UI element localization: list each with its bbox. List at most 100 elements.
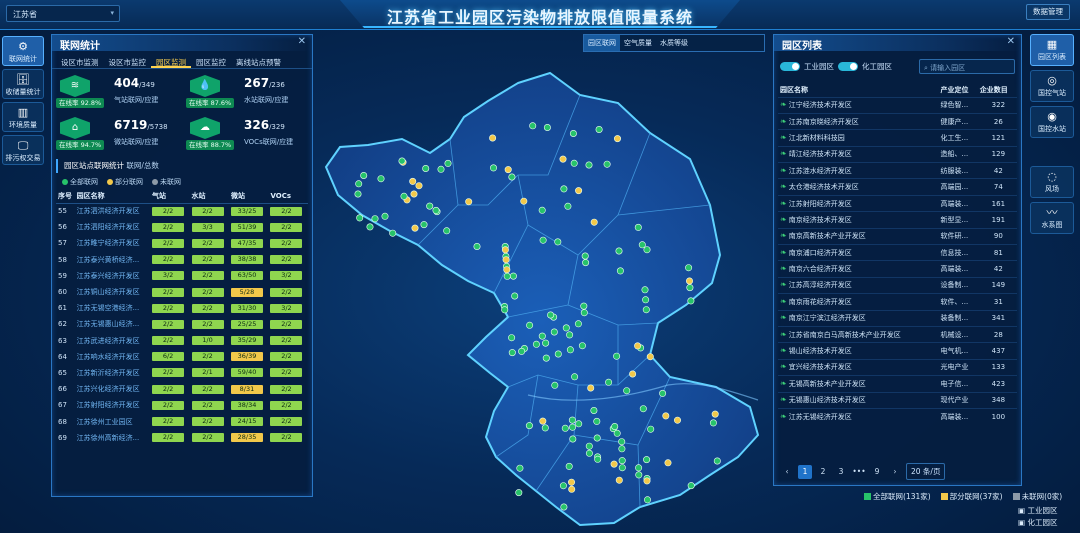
park-marker[interactable]	[574, 320, 582, 328]
park-marker[interactable]	[532, 340, 540, 348]
park-marker[interactable]	[673, 416, 681, 424]
park-name[interactable]: 南京经济技术开发区	[789, 216, 852, 224]
park-name[interactable]: 无锡高新技术产业开发区	[789, 380, 866, 388]
page-button[interactable]: •••	[852, 465, 866, 479]
park-marker[interactable]	[465, 198, 473, 206]
table-row[interactable]: ❧ 南京江宁滨江经济开发区 装备制... 341	[778, 309, 1017, 327]
table-row[interactable]: 55 江苏泗洪经济开发区 2/2 2/2 33/25 2/2	[56, 203, 308, 219]
jiangsu-map[interactable]	[318, 55, 768, 533]
table-row[interactable]: 63 江苏武进经济开发区 2/2 1/0 35/29 2/2	[56, 333, 308, 349]
park-marker[interactable]	[570, 159, 578, 167]
park-marker[interactable]	[568, 416, 576, 424]
park-name[interactable]: 江苏无锡空港经济...	[75, 300, 150, 316]
park-marker[interactable]	[569, 435, 577, 443]
park-marker[interactable]	[643, 496, 651, 504]
park-marker[interactable]	[587, 384, 595, 392]
park-search-input[interactable]: ⌕ 请输入园区	[919, 59, 1015, 74]
park-marker[interactable]	[508, 334, 516, 342]
page-button[interactable]: 2	[816, 465, 830, 479]
park-name[interactable]: 江苏铜山经济开发区	[75, 284, 150, 300]
park-marker[interactable]	[354, 190, 362, 198]
park-marker[interactable]	[409, 177, 417, 185]
layer-option[interactable]: 空气质量	[620, 35, 656, 51]
park-marker[interactable]	[585, 449, 593, 457]
park-marker[interactable]	[709, 419, 717, 427]
table-row[interactable]: ❧ 江苏省南京白马高新技术产业开发区 机械设... 28	[778, 325, 1017, 343]
park-marker[interactable]	[635, 471, 643, 479]
park-marker[interactable]	[508, 349, 516, 357]
park-marker[interactable]	[590, 406, 598, 414]
park-marker[interactable]	[659, 389, 667, 397]
park-marker[interactable]	[526, 321, 534, 329]
park-name[interactable]: 南京浦口经济开发区	[789, 249, 852, 257]
park-marker[interactable]	[559, 155, 567, 163]
park-marker[interactable]	[569, 130, 577, 138]
park-name[interactable]: 江苏兴化经济开发区	[75, 381, 150, 397]
table-row[interactable]: ❧ 无锡高新技术产业开发区 电子信... 423	[778, 375, 1017, 393]
park-marker[interactable]	[643, 456, 651, 464]
park-marker[interactable]	[618, 445, 626, 453]
park-marker[interactable]	[502, 256, 510, 264]
park-name[interactable]: 宜兴经济技术开发区	[789, 363, 852, 371]
park-marker[interactable]	[593, 417, 601, 425]
left-nav-item[interactable]: 🖵 排污权交易	[2, 135, 44, 165]
data-management-button[interactable]: 数据管理	[1026, 4, 1070, 20]
park-marker[interactable]	[561, 424, 569, 432]
park-marker[interactable]	[578, 342, 586, 350]
park-marker[interactable]	[685, 264, 693, 272]
park-marker[interactable]	[575, 187, 583, 195]
park-marker[interactable]	[643, 477, 651, 485]
park-marker[interactable]	[501, 306, 509, 314]
table-row[interactable]: ❧ 南京经济技术开发区 新型显... 191	[778, 211, 1017, 229]
table-row[interactable]: 56 江苏泗阳经济开发区 2/2 3/3 51/39 2/2	[56, 219, 308, 235]
park-marker[interactable]	[410, 190, 418, 198]
park-name[interactable]: 江苏射阳经济开发区	[789, 200, 852, 208]
table-row[interactable]: 58 江苏泰兴黄桥经济... 2/2 2/2 38/38 2/2	[56, 252, 308, 268]
park-name[interactable]: 江苏武进经济开发区	[75, 333, 150, 349]
table-row[interactable]: 68 江苏徐州工业园区 2/2 2/2 24/15 2/2	[56, 413, 308, 429]
park-marker[interactable]	[571, 373, 579, 381]
layer-option[interactable]: 水质等级	[656, 35, 692, 51]
park-marker[interactable]	[566, 346, 574, 354]
park-marker[interactable]	[398, 157, 406, 165]
right-nav-item[interactable]: 〰水系图	[1030, 202, 1074, 234]
park-marker[interactable]	[615, 476, 623, 484]
park-marker[interactable]	[360, 172, 368, 180]
table-row[interactable]: ❧ 南京雨花经济开发区 软件、... 31	[778, 293, 1017, 311]
park-marker[interactable]	[490, 164, 498, 172]
park-marker[interactable]	[511, 292, 519, 300]
park-marker[interactable]	[590, 218, 598, 226]
park-marker[interactable]	[366, 223, 374, 231]
park-marker[interactable]	[422, 165, 430, 173]
park-marker[interactable]	[539, 236, 547, 244]
park-marker[interactable]	[575, 420, 583, 428]
table-row[interactable]: ❧ 太仓港经济技术开发区 高端园... 74	[778, 178, 1017, 196]
table-row[interactable]: ❧ 锡山经济技术开发区 电气机... 437	[778, 342, 1017, 360]
park-name[interactable]: 江苏南京晓经济开发区	[789, 118, 859, 126]
table-row[interactable]: 60 江苏铜山经济开发区 2/2 2/2 5/28 2/2	[56, 284, 308, 300]
park-marker[interactable]	[554, 350, 562, 358]
park-marker[interactable]	[371, 215, 379, 223]
table-row[interactable]: 67 江苏射阳经济开发区 2/2 2/2 38/34 2/2	[56, 397, 308, 413]
park-marker[interactable]	[582, 259, 590, 267]
park-name[interactable]: 江苏射阳经济开发区	[75, 397, 150, 413]
park-marker[interactable]	[634, 223, 642, 231]
close-icon[interactable]: ✕	[1007, 36, 1015, 47]
tab-0[interactable]: 设区市监测	[56, 55, 104, 68]
left-nav-item[interactable]: ▥ 环境质量	[2, 102, 44, 132]
park-name[interactable]: 江苏泰兴经济开发区	[75, 268, 150, 284]
table-row[interactable]: ❧ 江苏南京晓经济开发区 健康产... 26	[778, 112, 1017, 130]
park-marker[interactable]	[618, 457, 626, 465]
close-icon[interactable]: ✕	[298, 36, 306, 47]
park-name[interactable]: 南京江宁滨江经济开发区	[789, 314, 866, 322]
park-marker[interactable]	[542, 339, 550, 347]
park-name[interactable]: 江宁经济技术开发区	[789, 101, 852, 109]
park-marker[interactable]	[593, 434, 601, 442]
park-marker[interactable]	[509, 272, 517, 280]
right-nav-item[interactable]: ▦ 园区列表	[1030, 34, 1074, 66]
next-page-icon[interactable]: ›	[888, 465, 902, 479]
park-name[interactable]: 江苏省南京白马高新技术产业开发区	[789, 331, 901, 339]
park-marker[interactable]	[686, 284, 694, 292]
park-marker[interactable]	[525, 422, 533, 430]
park-marker[interactable]	[585, 442, 593, 450]
